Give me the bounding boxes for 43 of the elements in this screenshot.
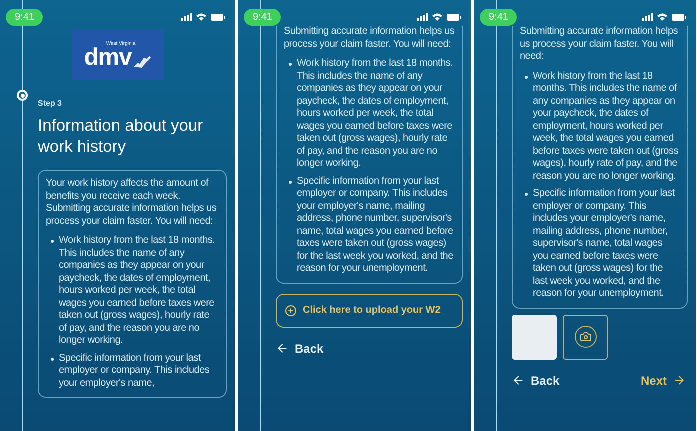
intro-text: Submitting accurate information helps us process your claim faster. You will need: xyxy=(520,26,680,64)
document-thumbnail xyxy=(512,314,557,360)
bullet-text: Specific information from your last employer or company. This includes your employer's name, mailing address, phone number, supervisor's name, total wages you earned before taxes were taken out (gross wages) for the last week you worked, and the reason for your unemployment. xyxy=(533,188,676,300)
bullet-icon xyxy=(51,358,54,360)
wifi-icon xyxy=(196,13,207,21)
bullet-text: Specific information from your last employer or company. This includes your employer's name, mailing address, phone number, supervisor's name, total wages you earned before taxes were taken out (gross wages) for the last week you worked, and the reason for your unemployment. xyxy=(297,176,454,276)
intro-text: Your work history affects the amount of benefits you receive each week. Submitting accurate information helps us process your claim faster. You will need: xyxy=(46,178,218,228)
logo-text: dmv xyxy=(84,47,132,69)
battery-icon xyxy=(447,14,461,20)
signal-icon xyxy=(417,13,428,21)
state-map-icon xyxy=(132,55,152,69)
wifi-icon xyxy=(432,13,443,21)
step-label: Step 3 xyxy=(38,99,62,108)
bullet-icon xyxy=(289,63,292,66)
back-button[interactable]: Back xyxy=(276,340,324,358)
intro-text: Submitting accurate information helps us process your claim faster. You will need: xyxy=(284,26,455,51)
status-time: 9:41 xyxy=(480,8,518,26)
bullet-icon xyxy=(525,76,528,78)
status-time: 9:41 xyxy=(6,8,44,26)
wifi-icon xyxy=(657,13,668,21)
step-marker-icon xyxy=(17,90,28,101)
bullet-icon xyxy=(289,180,292,184)
signal-icon xyxy=(181,13,192,21)
camera-icon xyxy=(574,326,596,348)
back-arrow-icon xyxy=(512,374,525,387)
status-time: 9:41 xyxy=(244,8,282,26)
bullet-text: Work history from the last 18 months. This includes the name of any companies as they appear on your paycheck, the dates of employment, hours worked per week, the total wages you earned before taxes were taken out (gross wages), hourly rate of pay, and the reason you are no longer working. xyxy=(297,58,454,170)
bullet-text: Work history from the last 18 months. This includes the name of any companies as they appear on your paycheck, the dates of employment, hours worked per week, the total wages you earned before taxes were taken out (gross wages), hourly rate of pay, and the reason you are no longer working. xyxy=(59,235,216,348)
battery-icon xyxy=(211,14,225,20)
bullet-icon xyxy=(51,240,54,243)
back-arrow-icon xyxy=(276,342,289,355)
next-arrow-icon xyxy=(673,374,686,387)
battery-icon xyxy=(672,14,686,20)
bullet-text: Specific information from your last employer or company. This includes your employer's name, xyxy=(59,352,211,390)
page-title: Information about your work history xyxy=(38,116,204,158)
bullet-icon xyxy=(525,193,528,196)
next-button[interactable]: Next xyxy=(640,372,686,390)
signal-icon xyxy=(642,13,653,21)
back-button[interactable]: Back xyxy=(512,372,560,390)
upload-button[interactable]: Click here to upload your W2 xyxy=(276,294,463,328)
plus-circle-icon xyxy=(285,304,297,316)
bullet-text: Work history from the last 18 months. This includes the name of any companies as they appear on your paycheck, the dates of employment, hours worked per week, the total wages you earned before taxes were taken out (gross wages), hourly rate of pay, and the reason you are no longer working. xyxy=(533,70,680,183)
camera-button[interactable] xyxy=(563,314,608,360)
